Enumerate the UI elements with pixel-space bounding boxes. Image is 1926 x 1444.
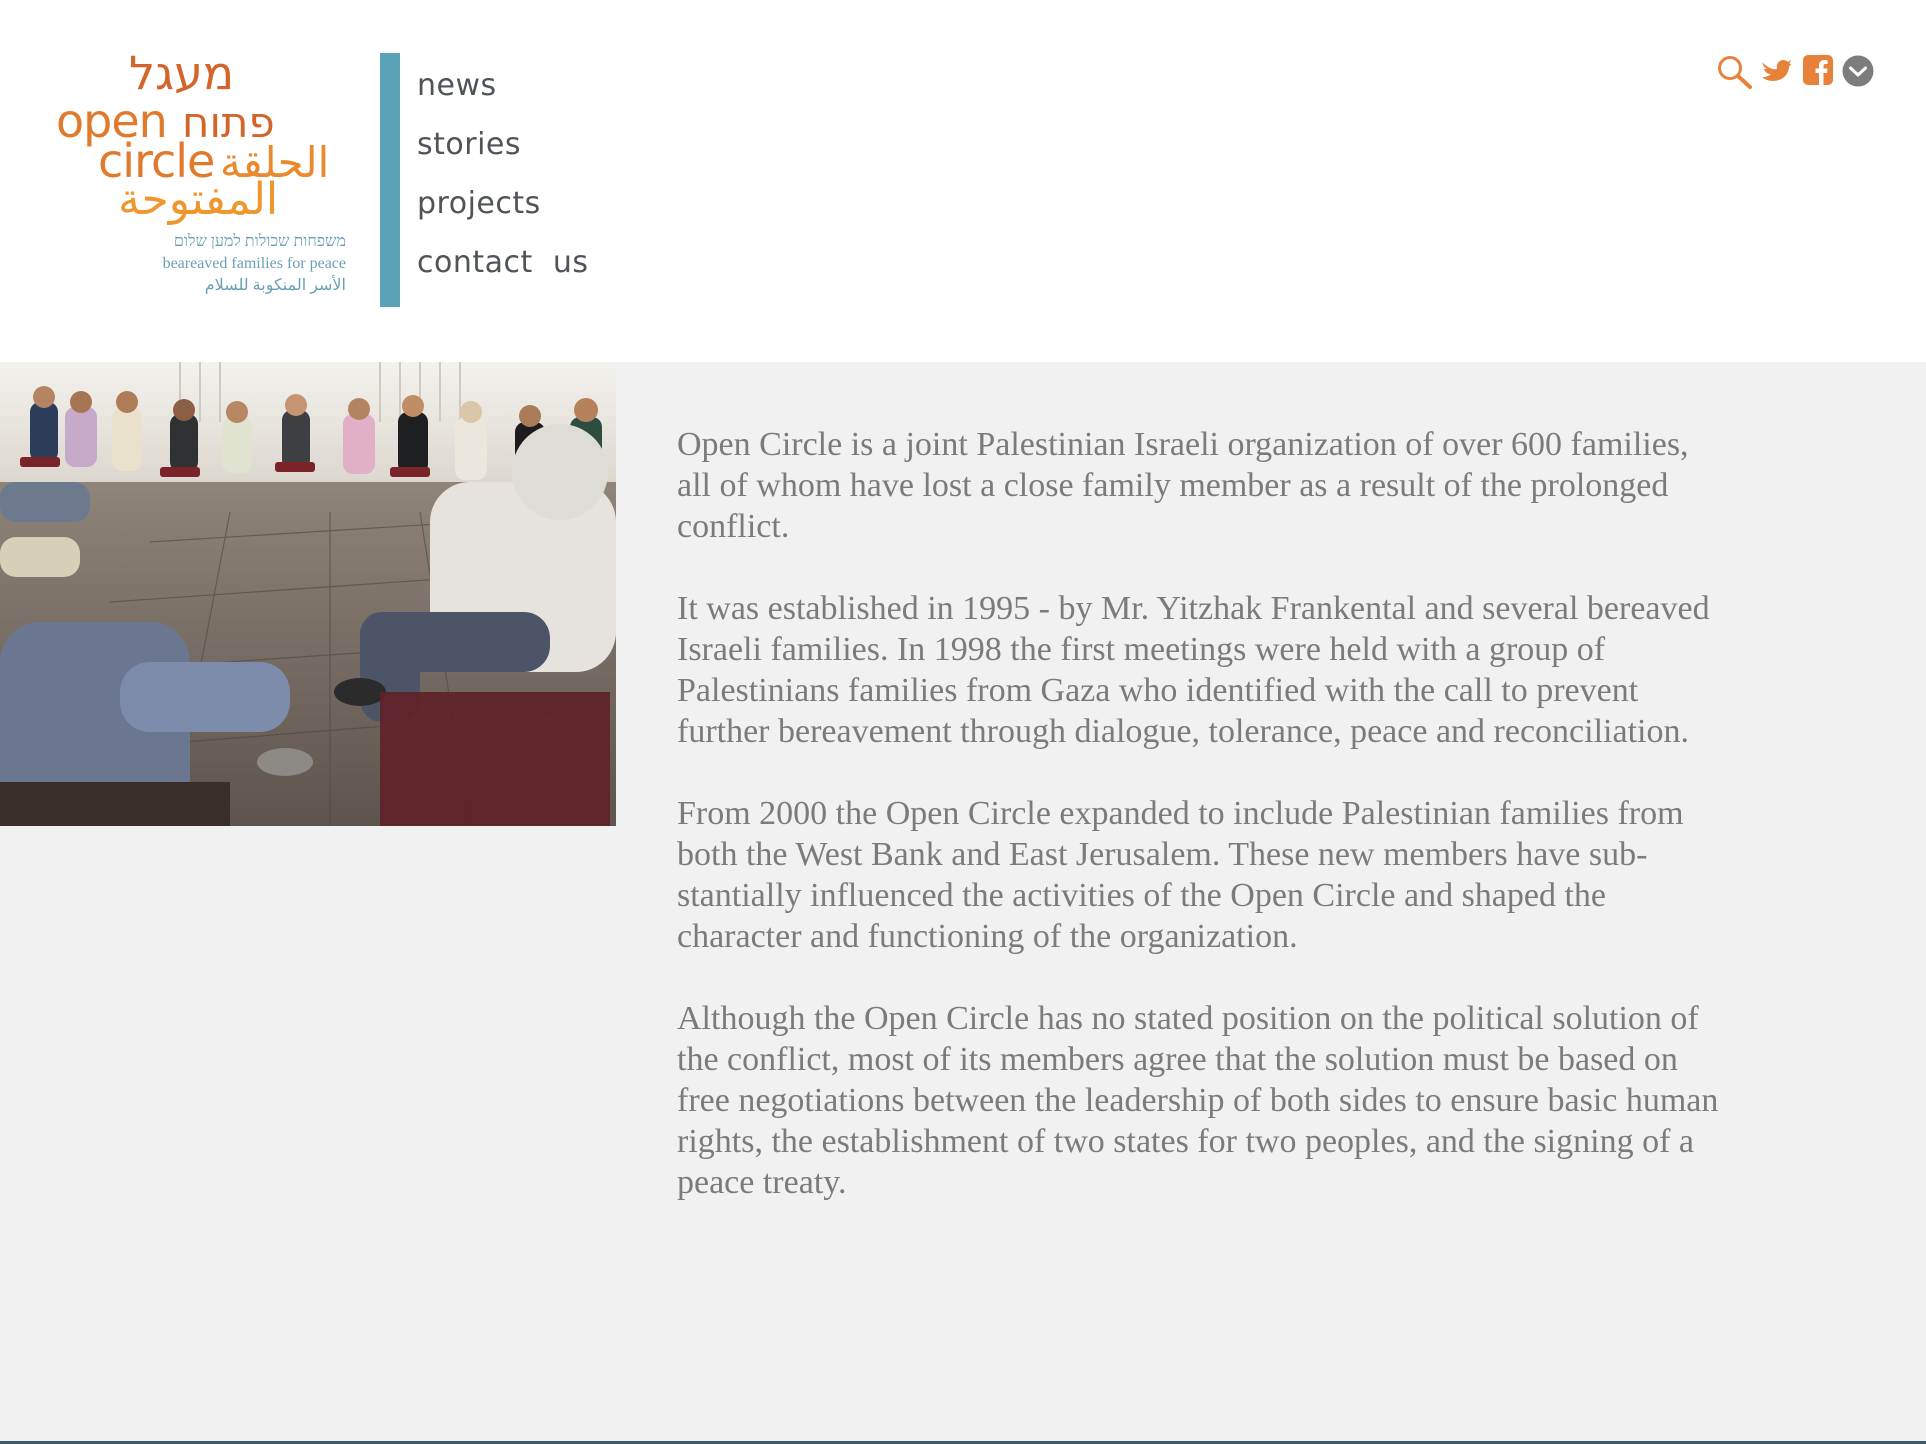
open-circle-logo[interactable]: מעגל open פתוח circle الحلقة المفتوحة מש… (54, 50, 346, 302)
logo-hebrew-title: מעגל (129, 46, 235, 100)
about-paragraph-2: It was established in 1995 - by Mr. Yitz… (677, 590, 1710, 750)
chevron-down-icon[interactable] (1842, 55, 1874, 92)
main-nav: news stories projects contact us (417, 62, 588, 298)
nav-item-news[interactable]: news (417, 62, 588, 121)
nav-item-contact-us[interactable]: contact us (417, 239, 588, 298)
group-meeting-photo (0, 362, 616, 826)
nav-item-projects[interactable]: projects (417, 180, 588, 239)
about-paragraph-4: Although the Open Circle has no stated p… (677, 1000, 1719, 1201)
search-icon[interactable] (1716, 54, 1754, 95)
about-paragraph-1: Open Circle is a joint Palestinian Israe… (677, 426, 1689, 545)
main-content-area: Open Circle is a joint Palestinian Israe… (0, 362, 1926, 1444)
nav-item-stories[interactable]: stories (417, 121, 588, 180)
nav-accent-bar (380, 53, 400, 307)
about-text: Open Circle is a joint Palestinian Israe… (677, 424, 1722, 1244)
about-paragraph-3: From 2000 the Open Circle expanded to in… (677, 795, 1684, 955)
logo-arabic-open: المفتوحة (118, 174, 279, 225)
logo-tagline-arabic: الأسر المنكوبة للسلام (204, 277, 346, 294)
facebook-icon[interactable] (1802, 54, 1834, 91)
twitter-icon[interactable] (1760, 56, 1792, 91)
logo-tagline-hebrew: משפחות שכולות למען שלום (173, 233, 346, 250)
logo-tagline-english: beareaved families for peace (162, 255, 346, 272)
site-header: מעגל open פתוח circle الحلقة المفتوحة מש… (0, 0, 1926, 362)
